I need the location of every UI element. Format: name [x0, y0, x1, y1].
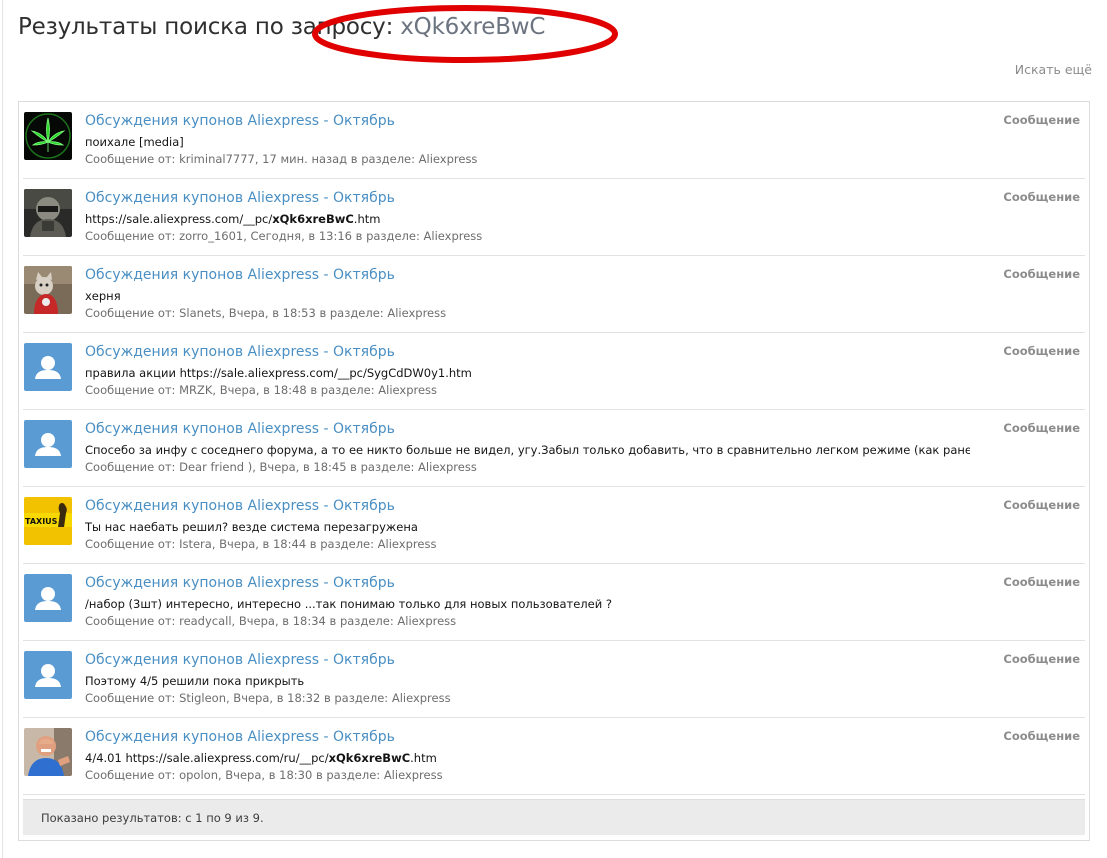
user-avatar[interactable]	[24, 112, 72, 160]
result-thread-link[interactable]: Обсуждения купонов Aliexpress - Октябрь	[85, 113, 395, 129]
snippet-highlight: xQk6xreBwC	[328, 751, 411, 765]
result-snippet: херня	[85, 289, 121, 303]
snippet-text: /набор (3шт) интересно, интересно ...так…	[85, 597, 612, 611]
result-item: Обсуждения купонов Aliexpress - Октябрь П…	[23, 641, 1085, 718]
result-type-label: Сообщение	[1003, 498, 1080, 512]
result-thread-link[interactable]: Обсуждения купонов Aliexpress - Октябрь	[85, 498, 395, 514]
search-query: xQk6xreBwC	[400, 14, 546, 40]
result-item: TAXIUS Обсуждения купонов Aliexpress - Ок…	[23, 487, 1085, 564]
result-type-label: Сообщение	[1003, 113, 1080, 127]
user-avatar[interactable]	[24, 343, 72, 391]
result-snippet: Поэтому 4/5 решили пока прикрыть	[85, 674, 304, 688]
result-thread-link[interactable]: Обсуждения купонов Aliexpress - Октябрь	[85, 190, 395, 206]
snippet-text-end: .htm	[410, 751, 437, 765]
result-type-label: Сообщение	[1003, 575, 1080, 589]
snippet-text: поихале [media]	[85, 135, 184, 149]
result-meta: Сообщение от: Istera, Вчера, в 18:44 в р…	[85, 537, 437, 551]
result-type-label: Сообщение	[1003, 190, 1080, 204]
results-panel: Обсуждения купонов Aliexpress - Октябрь п…	[18, 101, 1090, 841]
result-type-label: Сообщение	[1003, 344, 1080, 358]
result-thread-link[interactable]: Обсуждения купонов Aliexpress - Октябрь	[85, 344, 395, 360]
page-title-prefix: Результаты поиска по запросу:	[18, 14, 401, 40]
svg-text:TAXIUS: TAXIUS	[25, 517, 58, 526]
result-list: Обсуждения купонов Aliexpress - Октябрь п…	[19, 102, 1089, 795]
result-thread-link[interactable]: Обсуждения купонов Aliexpress - Октябрь	[85, 729, 395, 745]
snippet-text: правила акции https://sale.aliexpress.co…	[85, 366, 472, 380]
result-item: Обсуждения купонов Aliexpress - Октябрь п…	[23, 333, 1085, 410]
snippet-text: херня	[85, 289, 121, 303]
result-meta: Сообщение от: readycall, Вчера, в 18:34 …	[85, 614, 457, 628]
page-left-border	[2, 0, 3, 858]
user-avatar[interactable]	[24, 651, 72, 699]
result-thread-link[interactable]: Обсуждения купонов Aliexpress - Октябрь	[85, 652, 395, 668]
snippet-text: Поэтому 4/5 решили пока прикрыть	[85, 674, 305, 688]
user-avatar[interactable]	[24, 266, 72, 314]
result-meta: Сообщение от: Dear friend ), Вчера, в 18…	[85, 460, 477, 474]
result-item: Обсуждения купонов Aliexpress - Октябрь /…	[23, 564, 1085, 641]
snippet-highlight: xQk6xreBwC	[272, 212, 354, 226]
search-more-link[interactable]: Искать ещё	[1015, 62, 1092, 77]
result-type-label: Сообщение	[1003, 267, 1080, 281]
result-meta: Сообщение от: zorro_1601, Сегодня, в 13:…	[85, 229, 483, 243]
result-snippet: правила акции https://sale.aliexpress.co…	[85, 366, 472, 380]
result-meta: Сообщение от: kriminal7777, 17 мин. наза…	[85, 152, 478, 166]
results-footer: Показано результатов: с 1 по 9 из 9.	[23, 799, 1085, 835]
snippet-text-end: .htm	[353, 212, 381, 226]
user-avatar[interactable]	[24, 189, 72, 237]
result-thread-link[interactable]: Обсуждения купонов Aliexpress - Октябрь	[85, 267, 395, 283]
user-avatar[interactable]: TAXIUS	[24, 497, 72, 545]
snippet-text: 4/4.01 https://sale.aliexpress.com/ru/__…	[85, 751, 329, 765]
result-snippet: Спосебо за инфу с соседнего форума, а то…	[85, 443, 970, 457]
result-meta: Сообщение от: MRZK, Вчера, в 18:48 в раз…	[85, 383, 438, 397]
user-avatar[interactable]	[24, 728, 72, 776]
result-item: Обсуждения купонов Aliexpress - Октябрь h…	[23, 179, 1085, 256]
page-title: Результаты поиска по запросу: xQk6xreBwC	[18, 14, 545, 40]
result-item: Обсуждения купонов Aliexpress - Октябрь п…	[23, 102, 1085, 179]
result-item: Обсуждения купонов Aliexpress - Октябрь С…	[23, 410, 1085, 487]
result-snippet: поихале [media]	[85, 135, 184, 149]
search-results-page: Результаты поиска по запросу: xQk6xreBwC…	[0, 0, 1107, 858]
result-thread-link[interactable]: Обсуждения купонов Aliexpress - Октябрь	[85, 421, 395, 437]
user-avatar[interactable]	[24, 574, 72, 622]
result-type-label: Сообщение	[1003, 729, 1080, 743]
result-snippet: Ты нас наебать решил? везде система пере…	[85, 520, 418, 534]
result-snippet: /набор (3шт) интересно, интересно ...так…	[85, 597, 612, 611]
results-count-text: Показано результатов: с 1 по 9 из 9.	[41, 811, 264, 825]
result-thread-link[interactable]: Обсуждения купонов Aliexpress - Октябрь	[85, 575, 395, 591]
result-item: Обсуждения купонов Aliexpress - Октябрь 4…	[23, 718, 1085, 795]
result-type-label: Сообщение	[1003, 421, 1080, 435]
result-snippet: 4/4.01 https://sale.aliexpress.com/ru/__…	[85, 751, 437, 765]
result-type-label: Сообщение	[1003, 652, 1080, 666]
snippet-text: Ты нас наебать решил? везде система пере…	[85, 520, 418, 534]
result-meta: Сообщение от: Stigleon, Вчера, в 18:32 в…	[85, 691, 451, 705]
user-avatar[interactable]	[24, 420, 72, 468]
snippet-text: Спосебо за инфу с соседнего форума, а то…	[85, 443, 970, 457]
result-meta: Сообщение от: opolon, Вчера, в 18:30 в р…	[85, 768, 443, 782]
result-item: Обсуждения купонов Aliexpress - Октябрь х…	[23, 256, 1085, 333]
result-meta: Сообщение от: Slanets, Вчера, в 18:53 в …	[85, 306, 447, 320]
result-snippet: https://sale.aliexpress.com/__pc/xQk6xre…	[85, 212, 380, 226]
snippet-text: https://sale.aliexpress.com/__pc/	[85, 212, 273, 226]
